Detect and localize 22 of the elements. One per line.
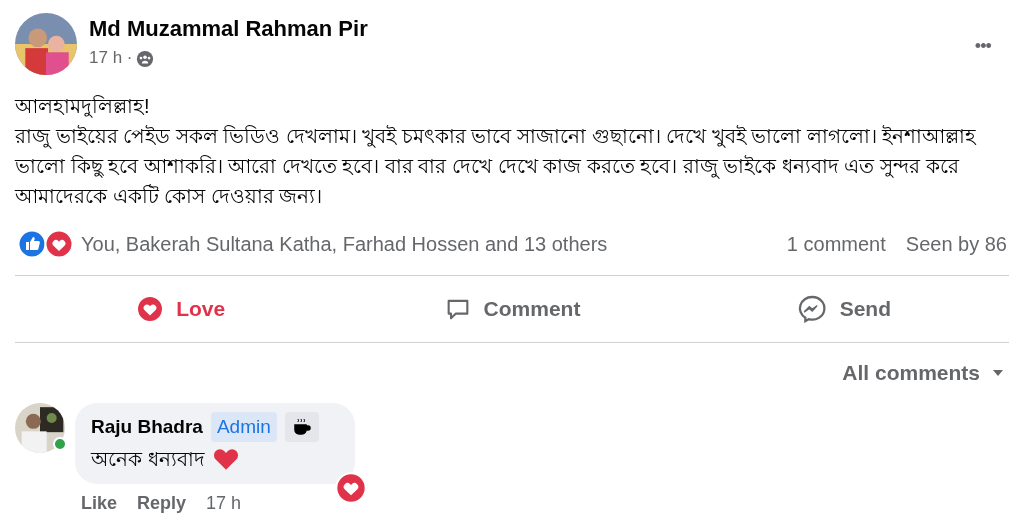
comments-filter-dropdown[interactable]: All comments	[842, 357, 1004, 389]
comment-time: 17 h	[206, 492, 242, 515]
post-text: রাজু ভাইয়ের পেইড সকল ভিডিও দেখলাম। খুবই চমৎকার ভাবে সাজানো গুছানো। দেখে খুবই ভালো লাগলো। ইনশাআল্লাহ ভালো কিছু হবে আশাকরি। আরো দেখতে হবে। বার বার দেখে দেখে কাজ করতে হবে। রাজু ভাইকে ধন্যবাদ এত সুন্দর করে আমাদেরকে একটি কোস দেওয়ার জন্য।	[15, 124, 978, 209]
post-time[interactable]: 17 h ·	[89, 45, 133, 71]
admin-badge: Admin	[210, 411, 277, 442]
author-name[interactable]: Md Muzammal Rahman Pir	[89, 15, 975, 43]
more-options-button[interactable]: •••	[974, 33, 991, 60]
commenter-name[interactable]: Raju Bhadra	[91, 412, 203, 441]
caret-icon	[992, 368, 1004, 377]
coffee-cup-icon	[284, 411, 319, 442]
comment-action-link[interactable]: Like	[81, 490, 118, 517]
comment-button[interactable]: Comment	[346, 276, 678, 342]
love-button[interactable]: Love	[15, 276, 347, 342]
comment-action-link[interactable]: Reply	[137, 490, 187, 517]
reactions-summary[interactable]: You, Bakerah Sultana Katha, Farhad Hossen and 13 others	[81, 229, 608, 259]
post-text: আলহামদুলিল্লাহ!	[15, 94, 151, 120]
comment-text: অনেক ধন্যবাদ	[91, 447, 205, 472]
send-button[interactable]: Send	[677, 276, 1009, 342]
heart-icon	[212, 447, 239, 471]
reactions-icon	[17, 229, 75, 259]
comment-count[interactable]: 1 comment	[786, 229, 886, 259]
seen-count[interactable]: Seen by 86	[905, 229, 1007, 259]
